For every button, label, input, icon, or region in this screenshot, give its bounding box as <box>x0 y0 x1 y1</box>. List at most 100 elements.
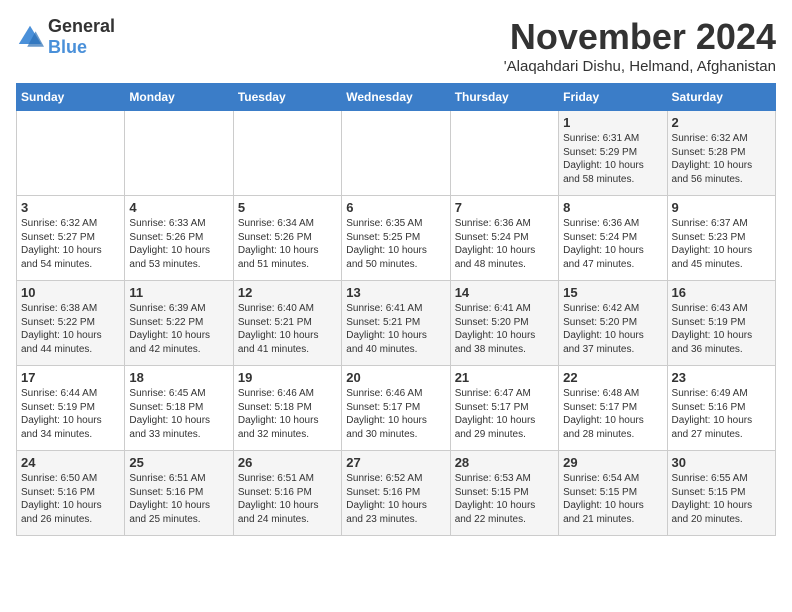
day-info: Sunrise: 6:40 AM Sunset: 5:21 PM Dayligh… <box>238 302 337 356</box>
location-subtitle: 'Alaqahdari Dishu, Helmand, Afghanistan <box>504 58 776 75</box>
day-info: Sunrise: 6:39 AM Sunset: 5:22 PM Dayligh… <box>129 302 228 356</box>
day-number: 16 <box>672 285 771 300</box>
day-number: 27 <box>346 455 445 470</box>
day-number: 10 <box>21 285 120 300</box>
day-info: Sunrise: 6:34 AM Sunset: 5:26 PM Dayligh… <box>238 217 337 271</box>
day-number: 24 <box>21 455 120 470</box>
day-number: 17 <box>21 370 120 385</box>
calendar-header: SundayMondayTuesdayWednesdayThursdayFrid… <box>17 84 776 111</box>
day-info: Sunrise: 6:54 AM Sunset: 5:15 PM Dayligh… <box>563 472 662 526</box>
day-number: 12 <box>238 285 337 300</box>
header: General Blue November 2024 'Alaqahdari D… <box>16 16 776 75</box>
day-info: Sunrise: 6:44 AM Sunset: 5:19 PM Dayligh… <box>21 387 120 441</box>
weekday-header-tuesday: Tuesday <box>233 84 341 111</box>
weekday-header-friday: Friday <box>559 84 667 111</box>
day-number: 22 <box>563 370 662 385</box>
day-number: 28 <box>455 455 554 470</box>
calendar-cell: 13 Sunrise: 6:41 AM Sunset: 5:21 PM Dayli… <box>342 281 450 366</box>
calendar-cell: 5 Sunrise: 6:34 AM Sunset: 5:26 PM Daylig… <box>233 196 341 281</box>
day-info: Sunrise: 6:41 AM Sunset: 5:21 PM Dayligh… <box>346 302 445 356</box>
calendar-cell: 1Sunrise: 6:31 AM Sunset: 5:29 PM Daylig… <box>559 111 667 196</box>
day-info: Sunrise: 6:38 AM Sunset: 5:22 PM Dayligh… <box>21 302 120 356</box>
weekday-header-sunday: Sunday <box>17 84 125 111</box>
calendar-cell: 2 Sunrise: 6:32 AM Sunset: 5:28 PM Daylig… <box>667 111 775 196</box>
calendar-cell: 23 Sunrise: 6:49 AM Sunset: 5:16 PM Dayli… <box>667 366 775 451</box>
title-section: November 2024 'Alaqahdari Dishu, Helmand… <box>504 16 776 75</box>
calendar-cell <box>233 111 341 196</box>
calendar-week-4: 17 Sunrise: 6:44 AM Sunset: 5:19 PM Dayli… <box>17 366 776 451</box>
calendar-cell: 12 Sunrise: 6:40 AM Sunset: 5:21 PM Dayli… <box>233 281 341 366</box>
calendar-cell: 6Sunrise: 6:35 AM Sunset: 5:25 PM Daylig… <box>342 196 450 281</box>
logo-general: General <box>48 16 115 36</box>
day-info: Sunrise: 6:43 AM Sunset: 5:19 PM Dayligh… <box>672 302 771 356</box>
day-number: 1 <box>563 115 662 130</box>
month-title: November 2024 <box>504 16 776 58</box>
day-info: Sunrise: 6:37 AM Sunset: 5:23 PM Dayligh… <box>672 217 771 271</box>
day-number: 21 <box>455 370 554 385</box>
calendar-cell: 14Sunrise: 6:41 AM Sunset: 5:20 PM Dayli… <box>450 281 558 366</box>
calendar-cell: 10 Sunrise: 6:38 AM Sunset: 5:22 PM Dayli… <box>17 281 125 366</box>
calendar-cell: 17 Sunrise: 6:44 AM Sunset: 5:19 PM Dayli… <box>17 366 125 451</box>
logo-icon <box>16 23 44 51</box>
day-info: Sunrise: 6:47 AM Sunset: 5:17 PM Dayligh… <box>455 387 554 441</box>
day-number: 4 <box>129 200 228 215</box>
calendar-cell: 21 Sunrise: 6:47 AM Sunset: 5:17 PM Dayli… <box>450 366 558 451</box>
day-info: Sunrise: 6:35 AM Sunset: 5:25 PM Dayligh… <box>346 217 445 271</box>
day-info: Sunrise: 6:45 AM Sunset: 5:18 PM Dayligh… <box>129 387 228 441</box>
calendar-cell: 3Sunrise: 6:32 AM Sunset: 5:27 PM Daylig… <box>17 196 125 281</box>
day-info: Sunrise: 6:46 AM Sunset: 5:17 PM Dayligh… <box>346 387 445 441</box>
calendar-week-3: 10 Sunrise: 6:38 AM Sunset: 5:22 PM Dayli… <box>17 281 776 366</box>
calendar-cell: 24 Sunrise: 6:50 AM Sunset: 5:16 PM Dayli… <box>17 451 125 536</box>
day-number: 18 <box>129 370 228 385</box>
logo: General Blue <box>16 16 115 58</box>
calendar-cell: 19Sunrise: 6:46 AM Sunset: 5:18 PM Dayli… <box>233 366 341 451</box>
calendar-cell: 18 Sunrise: 6:45 AM Sunset: 5:18 PM Dayli… <box>125 366 233 451</box>
calendar-cell <box>450 111 558 196</box>
calendar-cell: 25 Sunrise: 6:51 AM Sunset: 5:16 PM Dayli… <box>125 451 233 536</box>
day-number: 23 <box>672 370 771 385</box>
day-info: Sunrise: 6:36 AM Sunset: 5:24 PM Dayligh… <box>563 217 662 271</box>
day-info: Sunrise: 6:48 AM Sunset: 5:17 PM Dayligh… <box>563 387 662 441</box>
day-number: 15 <box>563 285 662 300</box>
day-info: Sunrise: 6:33 AM Sunset: 5:26 PM Dayligh… <box>129 217 228 271</box>
calendar-cell: 27 Sunrise: 6:52 AM Sunset: 5:16 PM Dayli… <box>342 451 450 536</box>
calendar-cell: 28 Sunrise: 6:53 AM Sunset: 5:15 PM Dayli… <box>450 451 558 536</box>
day-number: 7 <box>455 200 554 215</box>
day-number: 20 <box>346 370 445 385</box>
day-info: Sunrise: 6:51 AM Sunset: 5:16 PM Dayligh… <box>238 472 337 526</box>
day-number: 2 <box>672 115 771 130</box>
weekday-header-saturday: Saturday <box>667 84 775 111</box>
day-number: 25 <box>129 455 228 470</box>
day-info: Sunrise: 6:49 AM Sunset: 5:16 PM Dayligh… <box>672 387 771 441</box>
calendar-cell: 11 Sunrise: 6:39 AM Sunset: 5:22 PM Dayli… <box>125 281 233 366</box>
calendar-cell: 9 Sunrise: 6:37 AM Sunset: 5:23 PM Daylig… <box>667 196 775 281</box>
day-info: Sunrise: 6:42 AM Sunset: 5:20 PM Dayligh… <box>563 302 662 356</box>
day-number: 8 <box>563 200 662 215</box>
calendar-cell: 30 Sunrise: 6:55 AM Sunset: 5:15 PM Dayli… <box>667 451 775 536</box>
day-info: Sunrise: 6:55 AM Sunset: 5:15 PM Dayligh… <box>672 472 771 526</box>
calendar-body: 1Sunrise: 6:31 AM Sunset: 5:29 PM Daylig… <box>17 111 776 536</box>
logo-blue: Blue <box>48 37 87 57</box>
day-info: Sunrise: 6:41 AM Sunset: 5:20 PM Dayligh… <box>455 302 554 356</box>
weekday-header-row: SundayMondayTuesdayWednesdayThursdayFrid… <box>17 84 776 111</box>
calendar-cell: 15 Sunrise: 6:42 AM Sunset: 5:20 PM Dayli… <box>559 281 667 366</box>
calendar-cell: 22 Sunrise: 6:48 AM Sunset: 5:17 PM Dayli… <box>559 366 667 451</box>
day-info: Sunrise: 6:51 AM Sunset: 5:16 PM Dayligh… <box>129 472 228 526</box>
day-info: Sunrise: 6:53 AM Sunset: 5:15 PM Dayligh… <box>455 472 554 526</box>
day-info: Sunrise: 6:52 AM Sunset: 5:16 PM Dayligh… <box>346 472 445 526</box>
day-number: 26 <box>238 455 337 470</box>
weekday-header-monday: Monday <box>125 84 233 111</box>
calendar-cell: 4 Sunrise: 6:33 AM Sunset: 5:26 PM Daylig… <box>125 196 233 281</box>
day-number: 9 <box>672 200 771 215</box>
calendar: SundayMondayTuesdayWednesdayThursdayFrid… <box>16 83 776 536</box>
day-info: Sunrise: 6:50 AM Sunset: 5:16 PM Dayligh… <box>21 472 120 526</box>
day-info: Sunrise: 6:32 AM Sunset: 5:28 PM Dayligh… <box>672 132 771 186</box>
calendar-cell <box>342 111 450 196</box>
day-number: 5 <box>238 200 337 215</box>
day-number: 11 <box>129 285 228 300</box>
day-number: 3 <box>21 200 120 215</box>
calendar-cell: 29Sunrise: 6:54 AM Sunset: 5:15 PM Dayli… <box>559 451 667 536</box>
calendar-week-5: 24 Sunrise: 6:50 AM Sunset: 5:16 PM Dayli… <box>17 451 776 536</box>
day-number: 30 <box>672 455 771 470</box>
day-number: 13 <box>346 285 445 300</box>
